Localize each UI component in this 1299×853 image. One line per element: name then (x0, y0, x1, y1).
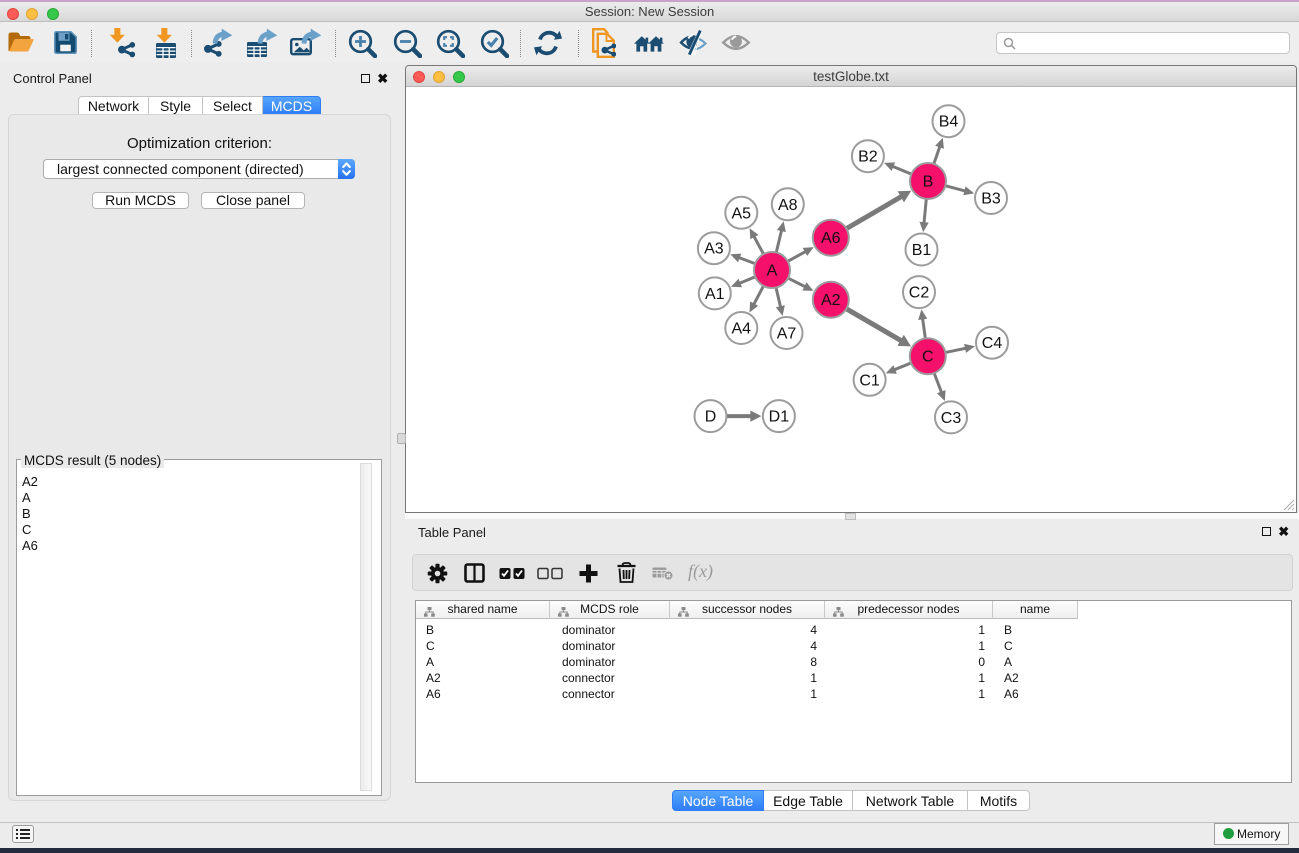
svg-text:A6: A6 (821, 230, 841, 247)
svg-text:A3: A3 (704, 241, 724, 258)
svg-text:A4: A4 (732, 321, 752, 338)
svg-text:D: D (705, 409, 717, 426)
svg-text:A1: A1 (705, 286, 725, 303)
svg-text:C2: C2 (909, 285, 930, 302)
svg-text:B4: B4 (939, 114, 959, 131)
svg-text:C4: C4 (982, 335, 1003, 352)
svg-text:C1: C1 (859, 372, 880, 389)
svg-text:A: A (767, 263, 778, 280)
svg-text:C3: C3 (941, 410, 962, 427)
svg-text:A5: A5 (732, 205, 752, 222)
svg-text:B: B (923, 174, 934, 191)
svg-text:A7: A7 (777, 326, 797, 343)
svg-text:B3: B3 (981, 191, 1001, 208)
svg-text:B2: B2 (858, 149, 878, 166)
svg-text:D1: D1 (769, 409, 790, 426)
svg-text:A8: A8 (778, 197, 798, 214)
svg-text:B1: B1 (912, 242, 932, 259)
svg-text:C: C (922, 349, 934, 366)
svg-text:A2: A2 (821, 292, 841, 309)
